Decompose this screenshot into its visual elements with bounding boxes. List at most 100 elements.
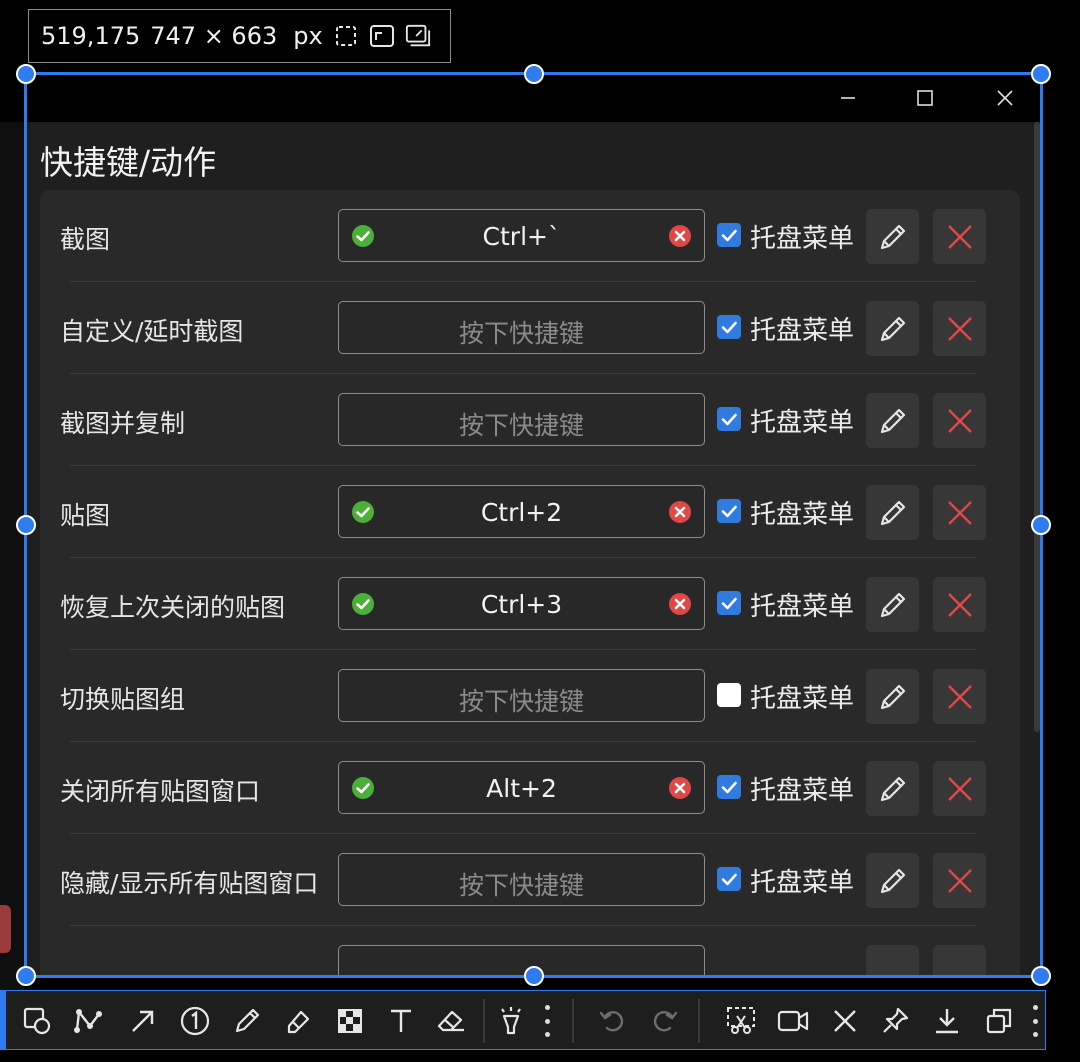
selection-dimensions: 747 × 663	[150, 22, 278, 50]
shortcut-key-input[interactable]: 按下快捷键	[338, 301, 705, 354]
tray-menu-checkbox[interactable]	[717, 867, 741, 891]
delete-action-button[interactable]	[933, 393, 986, 448]
background-window-edge	[0, 122, 24, 992]
edit-action-button[interactable]	[866, 669, 919, 724]
selection-unit: px	[293, 22, 323, 50]
cancel-icon[interactable]	[828, 1004, 862, 1038]
shortcut-key-input[interactable]: 按下快捷键	[338, 669, 705, 722]
delete-icon	[946, 499, 974, 527]
mosaic-icon[interactable]	[333, 1004, 367, 1038]
shortcut-key-input[interactable]: 按下快捷键	[338, 853, 705, 906]
shortcut-key-input[interactable]	[338, 945, 705, 976]
rectangle-icon[interactable]	[20, 1004, 54, 1038]
pin-icon[interactable]	[878, 1004, 912, 1038]
shortcut-key-text: Ctrl+`	[482, 222, 561, 251]
tray-menu-label: 托盘菜单	[750, 776, 855, 806]
pencil-icon	[877, 865, 909, 897]
fit-selection-icon[interactable]	[333, 23, 359, 49]
shortcut-key-input[interactable]: 按下快捷键	[338, 393, 705, 446]
maximize-icon[interactable]	[903, 78, 947, 118]
more-icon[interactable]	[1030, 1005, 1040, 1037]
delete-icon	[946, 591, 974, 619]
shortcut-key-input[interactable]: Ctrl+3	[338, 577, 705, 630]
resize-handle-bottom[interactable]	[524, 966, 544, 986]
edit-action-button[interactable]	[866, 853, 919, 908]
edit-action-button[interactable]	[866, 485, 919, 540]
tray-menu-label: 托盘菜单	[750, 868, 855, 898]
arrow-icon[interactable]	[126, 1004, 160, 1038]
resize-handle-bottom-right[interactable]	[1031, 966, 1051, 986]
minimize-icon[interactable]	[826, 78, 870, 118]
resize-handle-top-right[interactable]	[1031, 64, 1051, 84]
window-snap-icon[interactable]	[369, 23, 395, 49]
tray-menu-checkbox[interactable]	[717, 407, 741, 431]
shortcut-key-text: 按下快捷键	[458, 871, 584, 900]
multi-window-icon[interactable]	[405, 23, 431, 49]
delete-action-button[interactable]	[933, 945, 986, 976]
pencil-icon	[877, 589, 909, 621]
copy-icon[interactable]	[982, 1004, 1016, 1038]
tray-menu-checkbox[interactable]	[717, 683, 741, 707]
resize-handle-left[interactable]	[16, 515, 36, 535]
eraser-icon[interactable]	[434, 1004, 468, 1038]
edit-action-button[interactable]	[866, 761, 919, 816]
number-marker-icon[interactable]	[178, 1004, 212, 1038]
shortcut-key-input[interactable]: Alt+2	[338, 761, 705, 814]
clear-key-icon[interactable]	[668, 224, 692, 252]
edit-action-button[interactable]	[866, 301, 919, 356]
delete-action-button[interactable]	[933, 209, 986, 264]
delete-icon	[946, 407, 974, 435]
shortcut-key-text: Ctrl+2	[480, 498, 563, 527]
resize-handle-right[interactable]	[1031, 515, 1051, 535]
delete-action-button[interactable]	[933, 577, 986, 632]
edit-action-button[interactable]	[866, 393, 919, 448]
crop-cut-icon[interactable]	[724, 1004, 758, 1038]
shortcut-key-text: 按下快捷键	[458, 319, 584, 348]
shortcut-key-text: 按下快捷键	[458, 411, 584, 440]
tray-menu-checkbox[interactable]	[717, 775, 741, 799]
shortcut-key-input[interactable]: Ctrl+`	[338, 209, 705, 262]
shortcut-label: 贴图	[60, 501, 111, 530]
pencil-icon[interactable]	[230, 1004, 264, 1038]
clear-key-icon[interactable]	[668, 592, 692, 620]
spotlight-icon[interactable]	[494, 1004, 528, 1038]
more-icon[interactable]	[542, 1005, 552, 1037]
tray-menu-checkbox[interactable]	[717, 591, 741, 615]
edit-action-button[interactable]	[866, 577, 919, 632]
undo-icon[interactable]	[596, 1004, 630, 1038]
edit-action-button[interactable]	[866, 945, 919, 976]
shortcut-label: 关闭所有贴图窗口	[60, 777, 261, 806]
resize-handle-top[interactable]	[524, 64, 544, 84]
delete-action-button[interactable]	[933, 669, 986, 724]
edit-action-button[interactable]	[866, 209, 919, 264]
tray-menu-checkbox[interactable]	[717, 223, 741, 247]
clear-key-icon[interactable]	[668, 776, 692, 804]
polyline-icon[interactable]	[71, 1004, 105, 1038]
delete-icon	[946, 775, 974, 803]
text-icon[interactable]	[384, 1004, 418, 1038]
delete-icon	[946, 683, 974, 711]
resize-handle-top-left[interactable]	[16, 64, 36, 84]
resize-handle-bottom-left[interactable]	[16, 966, 36, 986]
shortcut-row: 关闭所有贴图窗口 Alt+2 托盘菜单	[40, 742, 1020, 834]
tray-menu-label: 托盘菜单	[750, 500, 855, 530]
close-icon[interactable]	[983, 78, 1027, 118]
highlighter-icon[interactable]	[281, 1004, 315, 1038]
save-download-icon[interactable]	[930, 1004, 964, 1038]
tray-menu-label: 托盘菜单	[750, 408, 855, 438]
redo-icon[interactable]	[647, 1004, 681, 1038]
shortcut-label: 截图	[60, 225, 111, 254]
shortcut-row: 自定义/延时截图 按下快捷键 托盘菜单	[40, 282, 1020, 374]
shortcut-row: 切换贴图组 按下快捷键 托盘菜单	[40, 650, 1020, 742]
shortcut-key-input[interactable]: Ctrl+2	[338, 485, 705, 538]
clear-key-icon[interactable]	[668, 500, 692, 528]
pencil-icon	[877, 497, 909, 529]
delete-action-button[interactable]	[933, 761, 986, 816]
window-scrollbar[interactable]	[1034, 122, 1040, 732]
delete-action-button[interactable]	[933, 485, 986, 540]
tray-menu-checkbox[interactable]	[717, 499, 741, 523]
tray-menu-checkbox[interactable]	[717, 315, 741, 339]
delete-action-button[interactable]	[933, 853, 986, 908]
delete-action-button[interactable]	[933, 301, 986, 356]
record-video-icon[interactable]	[776, 1004, 810, 1038]
